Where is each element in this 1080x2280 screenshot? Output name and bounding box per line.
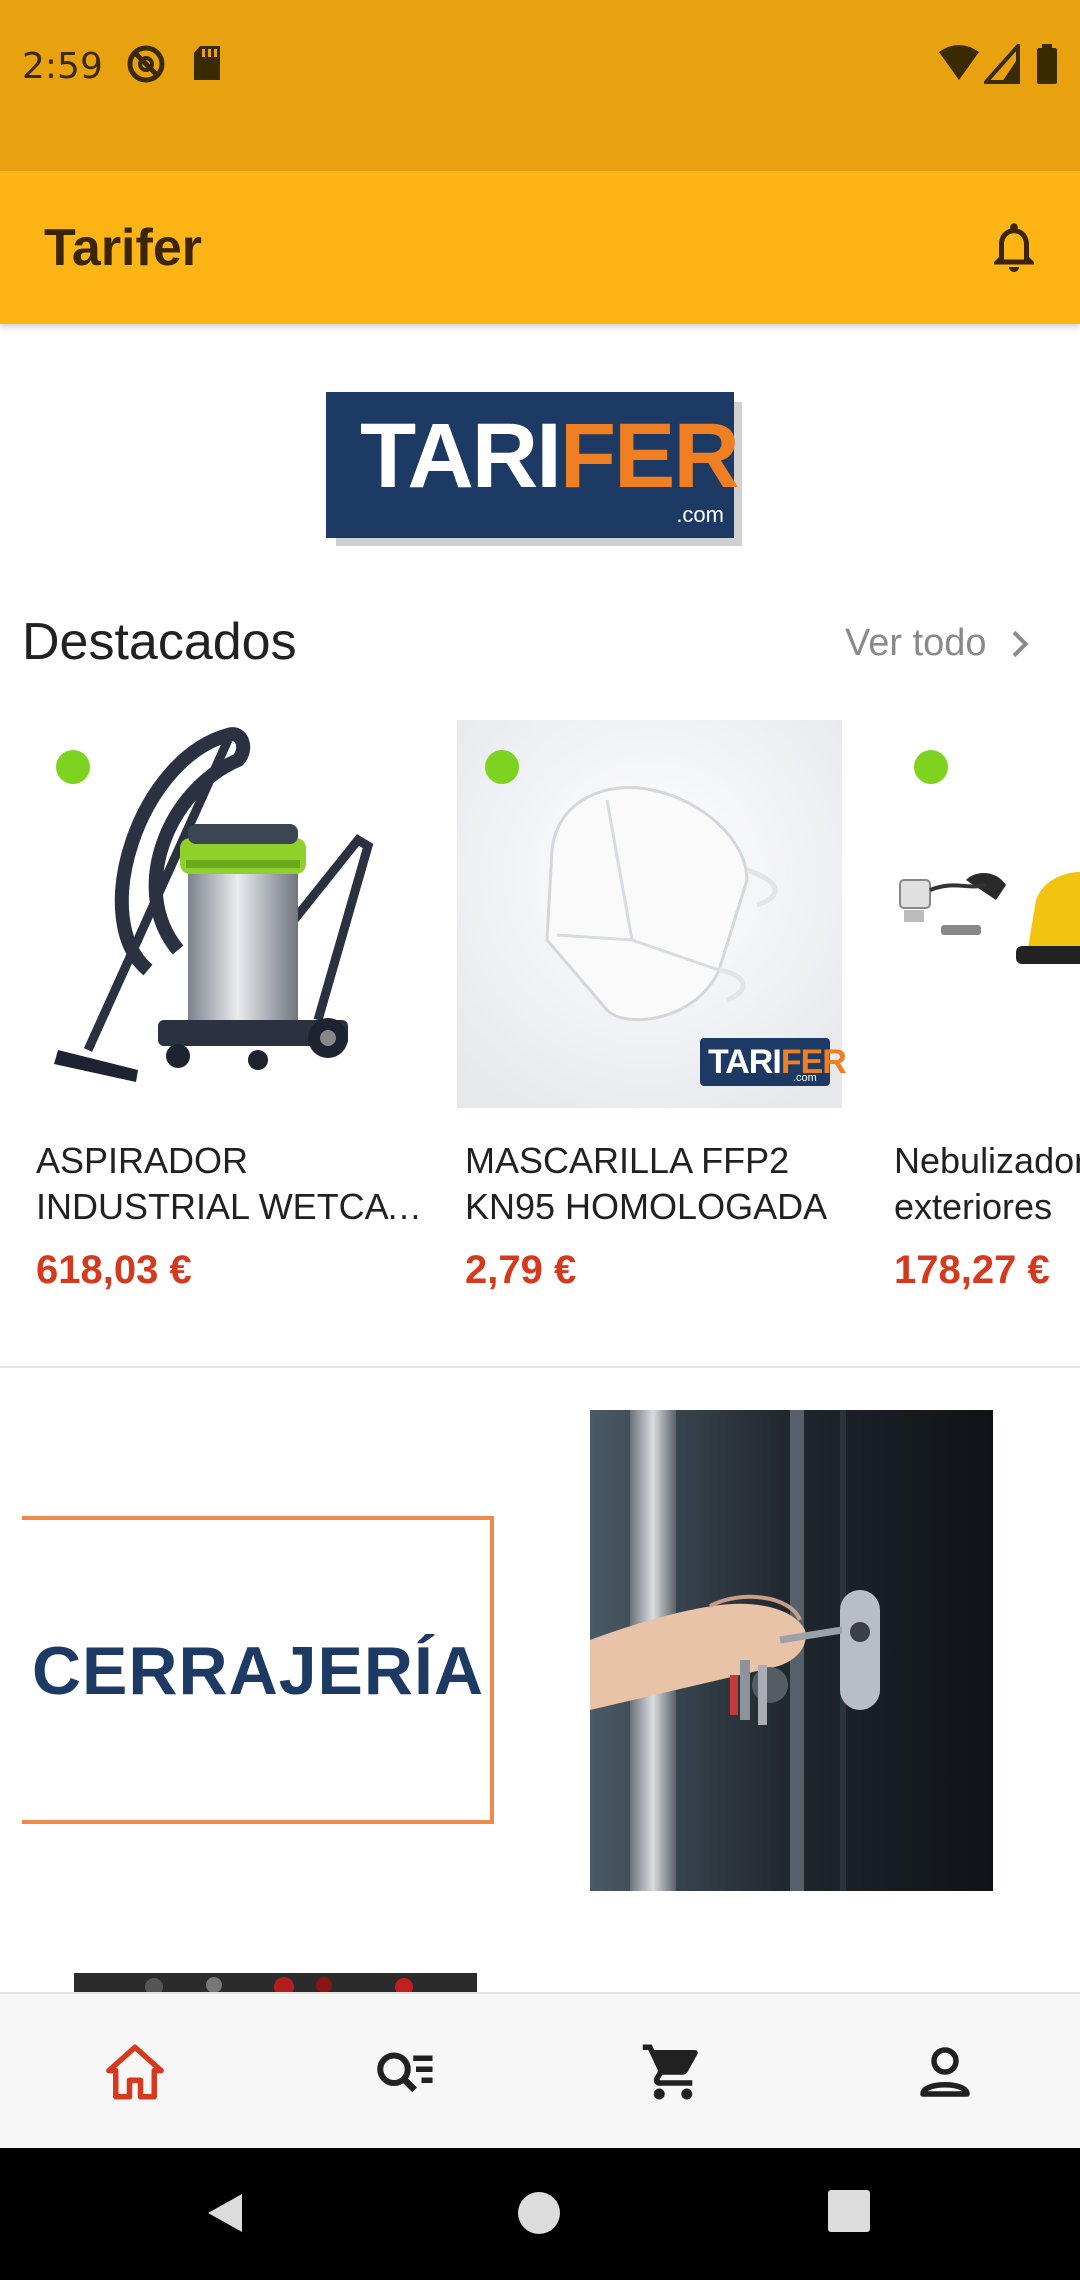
cart-icon[interactable] <box>640 2039 706 2105</box>
status-bar: 2:59 <box>0 0 1080 171</box>
recents-icon[interactable] <box>826 2188 872 2239</box>
signal-icon <box>981 40 1020 89</box>
mask-brand-suffix: .com <box>793 1072 817 1084</box>
sd-card-icon <box>192 44 222 87</box>
logo-text-orange: FER <box>559 405 740 507</box>
logo-wordmark: TARIFER <box>360 410 740 502</box>
product-price: 618,03 € <box>36 1248 192 1292</box>
product-price: 2,79 € <box>465 1248 577 1292</box>
section-divider <box>0 1366 1080 1368</box>
home-icon[interactable] <box>102 2039 168 2105</box>
status-time: 2:59 <box>22 46 103 87</box>
product-price: 178,27 € <box>894 1248 1050 1292</box>
product-name-line-2: exteriores <box>894 1186 1053 1227</box>
battery-icon <box>1036 44 1058 89</box>
logo-text-white: TARI <box>360 405 562 507</box>
system-navigation-bar <box>0 2148 1080 2280</box>
back-icon[interactable] <box>200 2188 250 2243</box>
product-name: ASPIRADOR INDUSTRIAL WETCAT 262 IEF <box>36 1138 426 1230</box>
availability-dot <box>56 750 90 784</box>
bell-icon[interactable] <box>984 217 1044 277</box>
product-name-line-1: ASPIRADOR <box>36 1140 249 1181</box>
category-image-locksmith[interactable] <box>590 1410 993 1891</box>
product-name-line-1: MASCARILLA FFP2 <box>465 1140 790 1181</box>
app-title: Tarifer <box>44 219 202 277</box>
do-not-disturb-icon <box>126 44 166 89</box>
see-all-label: Ver todo <box>845 622 987 664</box>
product-name-line-2: KN95 HOMOLOGADA <box>465 1186 828 1227</box>
see-all-link[interactable]: Ver todo <box>845 622 1039 665</box>
mask-brand-white: TARI <box>708 1043 782 1081</box>
availability-dot <box>485 750 519 784</box>
product-card[interactable]: ASPIRADOR INDUSTRIAL WETCAT 262 IEF 618,… <box>28 720 428 1300</box>
logo-box: TARIFER .com <box>326 392 740 538</box>
product-name-line-1: Nebulizador <box>894 1140 1080 1181</box>
account-icon[interactable] <box>912 2039 978 2105</box>
chevron-right-icon <box>1012 630 1029 657</box>
product-name: Nebulizador exteriores <box>894 1138 1080 1230</box>
product-card[interactable]: Nebulizador exteriores 178,27 € <box>886 720 1080 1300</box>
section-title: Destacados <box>22 613 297 671</box>
bottom-navigation <box>0 1992 1080 2148</box>
logo-suffix: .com <box>676 502 724 527</box>
tarifer-logo: TARIFER .com <box>326 392 742 546</box>
availability-dot <box>914 750 948 784</box>
wifi-icon <box>938 44 980 89</box>
app-bar: Tarifer <box>0 171 1080 324</box>
category-label: CERRAJERÍA <box>31 1633 485 1709</box>
product-image-nebulizer <box>886 720 1080 1108</box>
product-card[interactable]: TARIFER .com MASCARILLA FFP2 KN95 HOMOLO… <box>457 720 857 1300</box>
search-list-icon[interactable] <box>372 2039 438 2105</box>
mask-brand-badge: TARIFER <box>708 1042 847 1082</box>
product-name-line-2: INDUSTRIAL WETCAT 262 IEF <box>36 1186 426 1227</box>
next-banner-image[interactable] <box>74 1973 477 1993</box>
product-name: MASCARILLA FFP2 KN95 HOMOLOGADA <box>465 1138 855 1230</box>
home-circle-icon[interactable] <box>514 2188 564 2243</box>
